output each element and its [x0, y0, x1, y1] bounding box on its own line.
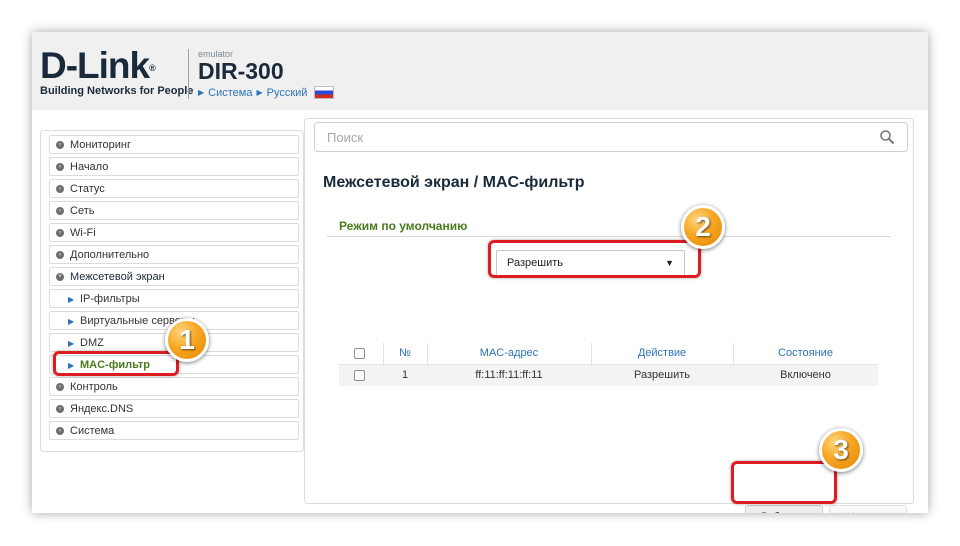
header-divider: [188, 49, 189, 99]
checkbox-column: [339, 343, 384, 364]
circle-arrow-icon: ›: [56, 383, 64, 391]
add-button[interactable]: Добавить: [745, 505, 823, 513]
sidebar-item-label: Начало: [70, 161, 109, 173]
sidebar-item-label: Wi-Fi: [70, 227, 96, 239]
sidebar-item-label: Статус: [70, 183, 105, 195]
circle-arrow-icon: ›: [56, 229, 64, 237]
sidebar-item-control[interactable]: › Контроль: [49, 377, 299, 396]
logo-text: D-Link: [40, 45, 150, 86]
sidebar-item-firewall[interactable]: ˅ Межсетевой экран: [49, 267, 299, 286]
highlight-mac-filter: [53, 351, 179, 376]
column-header-action: Действие: [591, 343, 734, 364]
chevron-right-icon: ▶: [68, 339, 75, 348]
sidebar-item-label: Контроль: [70, 381, 118, 393]
highlight-add-button: [731, 461, 837, 504]
cell-num: 1: [401, 369, 409, 381]
chevron-right-icon: ▶: [68, 317, 75, 326]
search-icon[interactable]: [879, 129, 895, 145]
triangle-right-icon: ▶: [198, 88, 205, 97]
model-name: DIR-300: [198, 58, 284, 84]
step-badge-2: 2: [681, 205, 725, 249]
step-badge-3: 3: [819, 428, 863, 472]
logo-tagline: Building Networks for People: [40, 85, 194, 97]
header: D-Link® Building Networks for People emu…: [32, 32, 928, 110]
sidebar-item-label: IP-фильтры: [80, 293, 140, 305]
sidebar-item-start[interactable]: › Начало: [49, 157, 299, 176]
page-title: Межсетевой экран / MAC-фильтр: [323, 174, 585, 191]
circle-arrow-icon: ›: [56, 141, 64, 149]
chevron-right-icon: ▶: [68, 295, 75, 304]
sidebar-item-network[interactable]: › Сеть: [49, 201, 299, 220]
model-block: emulator DIR-300 ▶ Система ▶ Русский: [198, 50, 335, 99]
column-header-mac: MAC-адрес: [427, 343, 592, 364]
sidebar-item-label: Дополнительно: [70, 249, 150, 261]
sidebar-item-yandex-dns[interactable]: › Яндекс.DNS: [49, 399, 299, 418]
sidebar: › Мониторинг › Начало › Статус › Сеть › Wi-Fi…: [40, 130, 304, 452]
sidebar-item-label: DMZ: [80, 337, 104, 349]
circle-arrow-icon: ›: [56, 427, 64, 435]
highlight-default-mode: [488, 240, 701, 278]
logo-registered: ®: [149, 63, 156, 73]
sidebar-item-label: Мониторинг: [70, 139, 132, 151]
sidebar-item-label: Межсетевой экран: [70, 271, 165, 283]
sidebar-item-status[interactable]: › Статус: [49, 179, 299, 198]
sidebar-item-wifi[interactable]: › Wi-Fi: [49, 223, 299, 242]
circle-arrow-icon: ›: [56, 163, 64, 171]
section-divider: [327, 236, 891, 237]
column-header-state: Состояние: [778, 347, 833, 359]
sidebar-subitem-ip-filters[interactable]: ▶ IP-фильтры: [49, 289, 299, 308]
sidebar-item-monitoring[interactable]: › Мониторинг: [49, 135, 299, 154]
column-header-num: №: [383, 343, 428, 364]
sidebar-item-advanced[interactable]: › Дополнительно: [49, 245, 299, 264]
circle-chevron-down-icon: ˅: [56, 273, 64, 281]
sidebar-item-label: Система: [70, 425, 115, 437]
cell-action: Разрешить: [634, 369, 690, 381]
sidebar-item-label: Сеть: [70, 205, 95, 217]
search-box: [314, 122, 908, 152]
triangle-right-icon: ▶: [256, 88, 263, 97]
search-input[interactable]: [315, 123, 879, 151]
circle-arrow-icon: ›: [56, 251, 64, 259]
language-link[interactable]: Русский: [267, 87, 308, 99]
table-row[interactable]: 1 ff:11:ff:11:ff:11 Разрешить Включено: [339, 365, 878, 386]
sidebar-item-system[interactable]: › Система: [49, 421, 299, 440]
system-link[interactable]: Система: [208, 87, 252, 99]
row-checkbox[interactable]: [354, 370, 365, 381]
circle-arrow-icon: ›: [56, 207, 64, 215]
cell-mac: ff:11:ff:11:ff:11: [475, 369, 543, 381]
russia-flag-icon[interactable]: [314, 86, 335, 99]
header-links: ▶ Система ▶ Русский: [198, 86, 335, 99]
step-badge-1: 1: [165, 318, 209, 362]
section-title: Режим по умолчанию: [339, 219, 468, 233]
cell-state: Включено: [780, 369, 831, 381]
circle-arrow-icon: ›: [56, 185, 64, 193]
delete-button[interactable]: Удалить: [829, 505, 907, 513]
browser-frame: D-Link® Building Networks for People emu…: [32, 32, 928, 513]
sidebar-item-label: Яндекс.DNS: [70, 403, 134, 415]
mac-filter-table: № MAC-адрес Действие Состояние 1 ff:11:f…: [339, 343, 878, 386]
dlink-logo: D-Link® Building Networks for People: [40, 45, 194, 97]
table-header-row: № MAC-адрес Действие Состояние: [339, 343, 878, 365]
circle-arrow-icon: ›: [56, 405, 64, 413]
